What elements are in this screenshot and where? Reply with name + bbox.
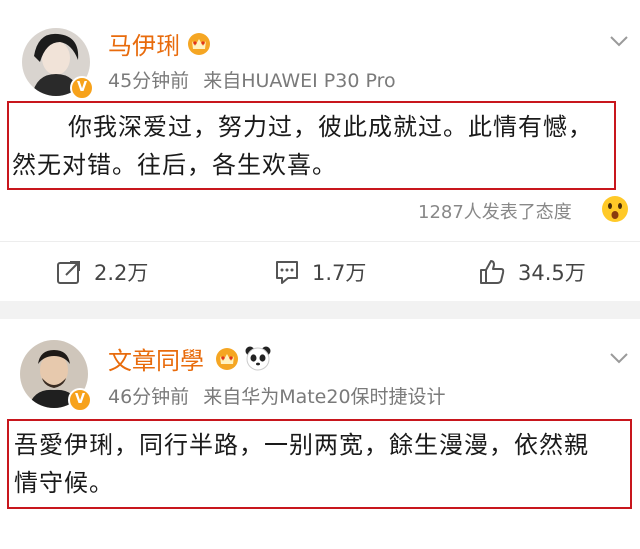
post-content: 你我深爱过，努力过，彼此成就过。此情有憾， 然无对错。往后，各生欢喜。 — [12, 108, 612, 184]
post-content: 吾愛伊琍，同行半路，一别两宽，餘生漫漫，依然親 情守候。 — [14, 426, 628, 502]
thumbs-up-icon — [480, 260, 505, 284]
panda-icon — [245, 346, 271, 371]
like-button[interactable]: 34.5万 — [478, 255, 586, 289]
content-line-2: 情守候。 — [14, 469, 114, 497]
chevron-down-icon[interactable] — [608, 347, 630, 369]
username[interactable]: 马伊琍 — [108, 26, 180, 61]
weibo-post-1: V 马伊琍 45分钟前 来自HUAWEI P30 Pro 你我深爱过，努力过，彼此… — [0, 0, 640, 301]
post-time: 45分钟前 — [108, 70, 190, 92]
post-source[interactable]: 来自HUAWEI P30 Pro — [203, 70, 395, 92]
comment-button[interactable]: 1.7万 — [274, 255, 366, 289]
content-line-1: 你我深爱过，努力过，彼此成就过。此情有憾， — [68, 113, 593, 141]
content-line-1: 吾愛伊琍，同行半路，一别两宽，餘生漫漫，依然親 — [14, 431, 589, 459]
comment-count: 1.7万 — [312, 261, 367, 285]
avatar[interactable]: V — [20, 340, 92, 412]
post-source[interactable]: 来自华为Mate20保时捷设计 — [203, 386, 445, 408]
post-meta: 46分钟前 来自华为Mate20保时捷设计 — [108, 382, 446, 409]
share-count: 2.2万 — [94, 261, 149, 285]
verified-badge-icon: V — [68, 388, 92, 412]
post-time: 46分钟前 — [108, 386, 190, 408]
post-meta: 45分钟前 来自HUAWEI P30 Pro — [108, 66, 396, 93]
crown-membership-icon — [216, 348, 238, 370]
content-line-2: 然无对错。往后，各生欢喜。 — [12, 151, 337, 179]
verified-badge-icon: V — [70, 76, 94, 100]
weibo-post-2: V 文章同學 46分钟前 来自华为Mate20保时捷设计 吾愛伊琍，同行半路，一别… — [0, 319, 640, 549]
like-count: 34.5万 — [518, 261, 586, 285]
username[interactable]: 文章同學 — [108, 341, 204, 376]
comment-icon — [276, 261, 298, 284]
avatar[interactable]: V — [22, 28, 94, 100]
crown-membership-icon — [188, 33, 210, 55]
share-button[interactable]: 2.2万 — [56, 255, 148, 289]
attitude-count[interactable]: 1287人发表了态度 — [418, 198, 572, 224]
divider — [0, 241, 640, 242]
chevron-down-icon[interactable] — [608, 30, 630, 52]
surprised-face-icon[interactable] — [600, 194, 630, 224]
share-icon — [57, 261, 80, 284]
